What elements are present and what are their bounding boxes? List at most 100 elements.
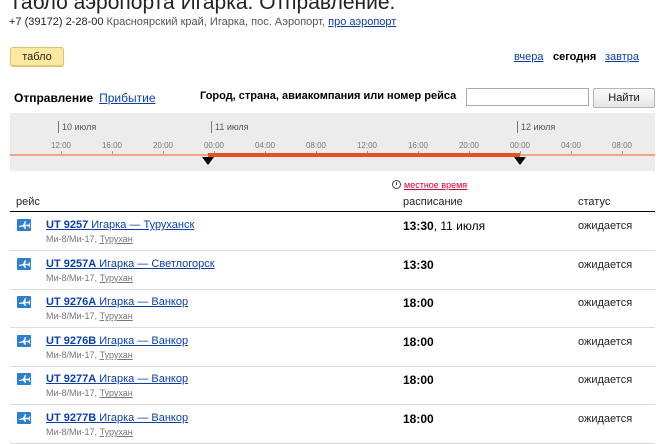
scheduled-time: 13:30 [403, 258, 434, 272]
timeline-tick: 20:00 [458, 141, 480, 150]
flight-number: UT 9277A [46, 373, 97, 386]
helicopter-icon [17, 296, 31, 309]
departure-time: 18:00 [403, 334, 434, 349]
flight-row: UT 9277A Игарка — Ванкор Ми-8/Ми-17, Туру… [10, 366, 655, 406]
helicopter-icon [17, 412, 31, 424]
flight-status: ожидается [578, 374, 633, 387]
flight-row: UT 9276A Игарка — Ванкор Ми-8/Ми-17, Туру… [10, 289, 655, 329]
airline-link[interactable]: Турухан [100, 350, 133, 360]
timeline-date: 12 июля [521, 122, 556, 132]
tomorrow-link[interactable]: завтра [605, 51, 639, 63]
flight-status: ожидается [578, 335, 633, 348]
flight-details: Ми-8/Ми-17, Турухан [46, 388, 133, 398]
date-mark [517, 121, 518, 133]
airport-location: Красноярский край, Игарка, пос. Аэропорт… [106, 16, 326, 28]
range-start-handle[interactable] [202, 157, 214, 165]
flight-link[interactable]: UT 9277B Игарка — Ванкор [46, 412, 188, 424]
scheduled-time: 13:30, 11 июля [403, 219, 485, 233]
flight-status: ожидается [578, 220, 633, 232]
flight-link[interactable]: UT 9277A Игарка — Ванкор [46, 373, 188, 385]
airline-link[interactable]: Турухан [100, 427, 133, 437]
column-status: статус [578, 196, 611, 208]
flight-route: Игарка — Светлогорск [99, 257, 215, 270]
departure-time: 18:00 [403, 412, 434, 426]
flight-link[interactable]: UT 9276A Игарка — Ванкор [46, 296, 188, 308]
timeline-tick: 20:00 [152, 141, 174, 150]
scheduled-time: 18:00 [403, 412, 434, 426]
flight-link[interactable]: UT 9257 Игарка — Туруханск [46, 219, 194, 231]
aircraft-type: Ми-8/Ми-17, [46, 272, 98, 283]
airport-phone: +7 (39172) 2-28-00 [9, 16, 104, 28]
tab-departure[interactable]: Отправление [14, 91, 93, 105]
helicopter-icon [17, 334, 31, 347]
scheduled-time: 18:00 [403, 373, 434, 387]
time-scale[interactable]: 10 июля 11 июля 12 июля 12:00 16:00 20:0… [10, 113, 655, 171]
helicopter-icon [17, 219, 31, 231]
flight-number: UT 9277B [46, 412, 97, 424]
flight-details: Ми-8/Ми-17, Турухан [46, 311, 133, 321]
aircraft-type: Ми-8/Ми-17, [46, 388, 98, 399]
timeline-tick: 04:00 [254, 141, 276, 150]
timeline-date: 11 июля [215, 122, 249, 132]
flight-row: UT 9257 Игарка — Туруханск Ми-8/Ми-17, Ту… [10, 212, 655, 251]
flight-link[interactable]: UT 9257A Игарка — Светлогорск [46, 258, 215, 270]
flight-row: UT 9277B Игарка — Ванкор Ми-8/Ми-17, Туру… [10, 405, 655, 444]
table-header: рейс расписание статус [10, 194, 655, 212]
timeline-selected-range[interactable] [208, 153, 520, 157]
timeline-tick: 08:00 [611, 141, 633, 150]
aircraft-type: Ми-8/Ми-17, [46, 234, 98, 244]
departure-time: 13:30 [403, 219, 434, 233]
flight-details: Ми-8/Ми-17, Турухан [46, 234, 133, 244]
flight-link[interactable]: UT 9276B Игарка — Ванкор [46, 335, 188, 347]
flight-row: UT 9276B Игарка — Ванкор Ми-8/Ми-17, Туру… [10, 328, 655, 367]
flight-row: UT 9257A Игарка — Светлогорск Ми-8/Ми-17,… [10, 251, 655, 290]
flight-number: UT 9257 [46, 219, 89, 231]
airport-address: +7 (39172) 2-28-00 Красноярский край, Иг… [9, 16, 396, 28]
timeline-tick: 16:00 [407, 141, 429, 150]
flight-route: Игарка — Ванкор [99, 296, 189, 309]
clock-icon [392, 180, 401, 189]
airline-link[interactable]: Турухан [100, 388, 133, 398]
scheduled-time: 18:00 [403, 296, 434, 310]
search-input[interactable] [466, 88, 589, 106]
timeline-tick: 16:00 [101, 141, 123, 150]
about-airport-link[interactable]: про аэропорт [328, 16, 396, 28]
local-time-toggle: местное время [392, 180, 467, 190]
flight-status: ожидается [578, 413, 633, 425]
flight-route: Игарка — Туруханск [91, 219, 195, 231]
flight-number: UT 9276A [46, 296, 97, 309]
aircraft-type: Ми-8/Ми-17, [46, 349, 98, 360]
airline-link[interactable]: Турухан [100, 234, 133, 244]
airline-link[interactable]: Турухан [100, 273, 133, 283]
column-flight: рейс [16, 196, 40, 208]
column-schedule: расписание [403, 196, 463, 208]
flight-details: Ми-8/Ми-17, Турухан [46, 273, 133, 283]
page-title: Табло аэропорта Игарка. Отправление. [9, 0, 396, 14]
flight-route: Игарка — Ванкор [99, 412, 189, 424]
yesterday-link[interactable]: вчера [514, 51, 543, 63]
flight-route: Игарка — Ванкор [99, 334, 189, 347]
aircraft-type: Ми-8/Ми-17, [46, 427, 98, 437]
find-button[interactable]: Найти [593, 88, 655, 108]
flight-details: Ми-8/Ми-17, Турухан [46, 350, 133, 360]
helicopter-icon [17, 373, 31, 386]
range-end-handle[interactable] [514, 157, 526, 165]
timeline-tick: 12:00 [356, 141, 378, 150]
tablo-button[interactable]: табло [10, 47, 64, 67]
timeline-tick: 00:00 [203, 141, 225, 150]
local-time-link[interactable]: местное время [404, 180, 467, 190]
departure-date: , 11 июля [433, 219, 486, 233]
airline-link[interactable]: Турухан [100, 311, 133, 321]
departure-time: 18:00 [403, 373, 434, 388]
timeline-tick: 00:00 [509, 141, 531, 150]
date-mark [58, 121, 59, 133]
timeline-tick: 08:00 [305, 141, 327, 150]
timeline-tick: 12:00 [50, 141, 72, 150]
scheduled-time: 18:00 [403, 335, 434, 349]
flight-status: ожидается [578, 258, 633, 271]
helicopter-icon [17, 257, 31, 270]
direction-tabs: Отправление Прибытие [14, 91, 156, 105]
flight-route: Игарка — Ванкор [99, 373, 189, 386]
flight-number: UT 9257A [46, 257, 97, 270]
tab-arrival[interactable]: Прибытие [99, 91, 155, 105]
